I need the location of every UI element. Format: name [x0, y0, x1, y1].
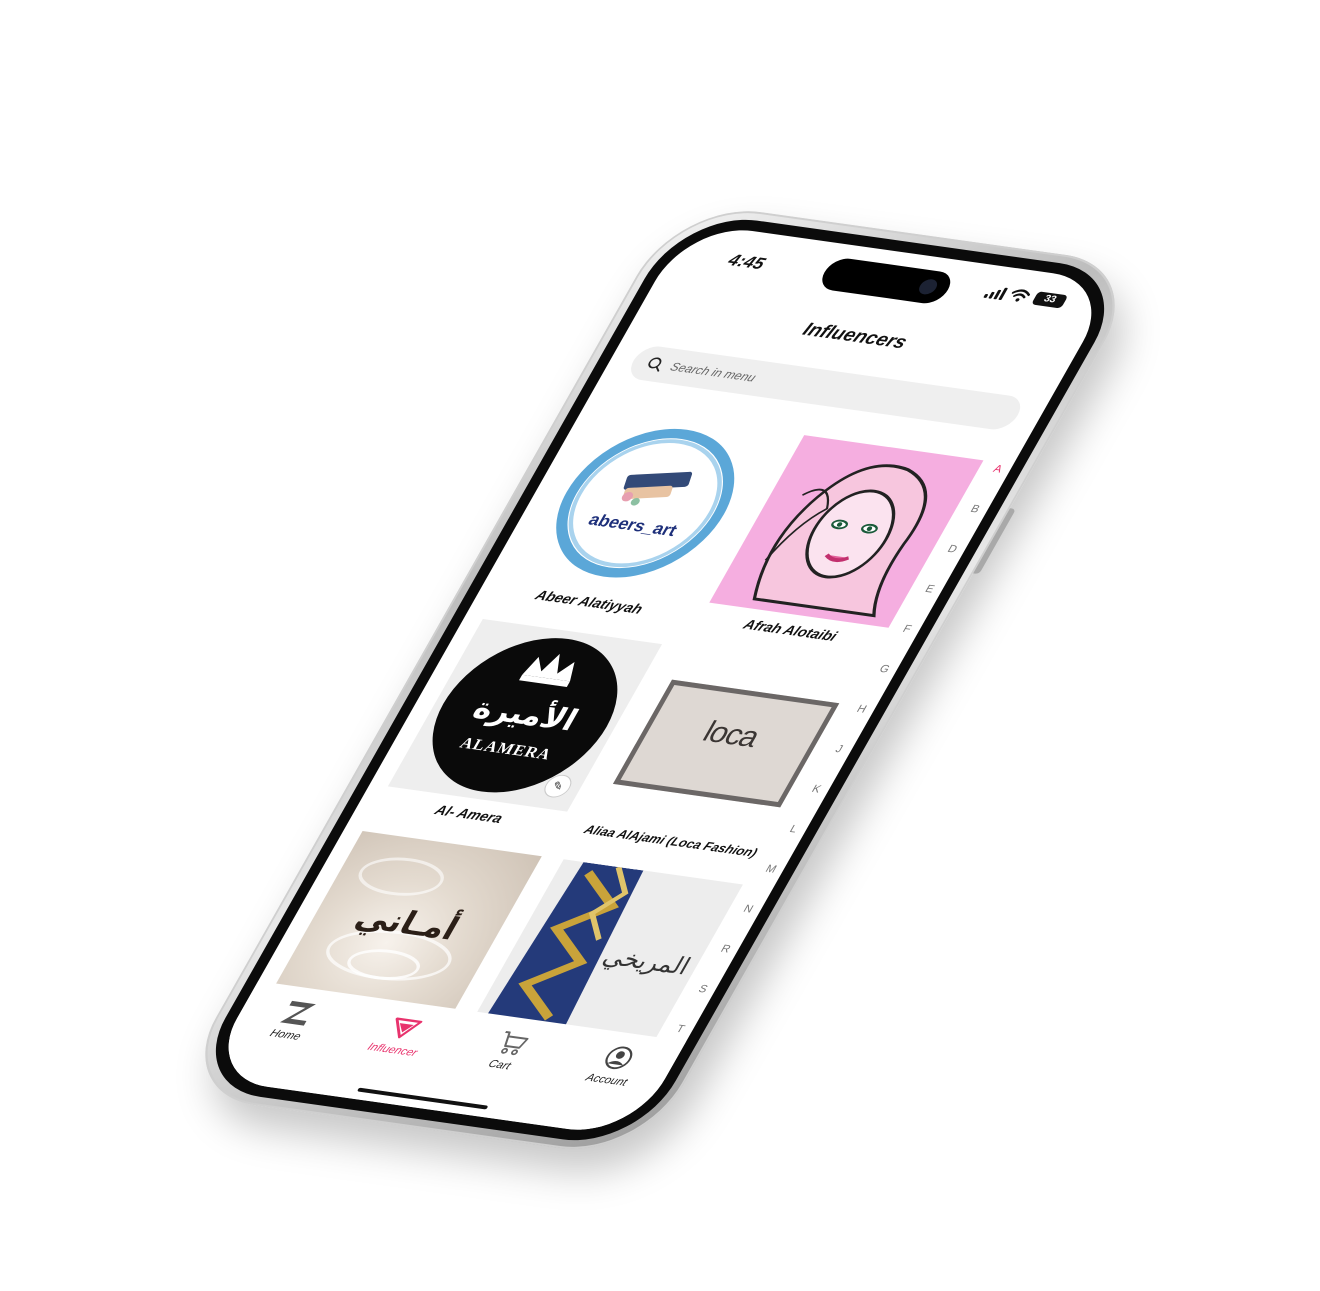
status-icons: 33 — [983, 285, 1069, 309]
tab-label: Cart — [485, 1058, 513, 1073]
alphabet-letter-d[interactable]: D — [929, 542, 960, 583]
battery-icon: 33 — [1031, 291, 1069, 309]
influencer-icon — [395, 1017, 423, 1039]
signal-icon — [983, 285, 1009, 301]
tab-home[interactable]: Home — [237, 993, 350, 1047]
alphabet-letter-m[interactable]: M — [747, 862, 779, 903]
alphabet-letter-n[interactable]: N — [725, 902, 756, 943]
wifi-icon — [1011, 289, 1031, 302]
alphabet-letter-s[interactable]: S — [680, 982, 710, 1023]
tab-label: Influencer — [365, 1041, 420, 1060]
tab-label: Account — [583, 1071, 630, 1089]
account-icon — [605, 1046, 633, 1070]
alphabet-letter-l[interactable]: L — [772, 822, 801, 863]
cart-icon — [500, 1030, 529, 1056]
tab-label: Home — [267, 1027, 304, 1043]
alphabet-letter-f[interactable]: F — [885, 622, 914, 663]
phone-screen: 4:45 33 Influencers Search in menu abeer… — [203, 222, 1117, 1138]
z-logo-icon — [279, 1000, 316, 1026]
camera-lens — [915, 278, 941, 296]
alphabet-letter-a[interactable]: A — [975, 462, 1005, 503]
tab-account[interactable]: Account — [558, 1039, 671, 1093]
tab-influencer[interactable]: Influencer — [344, 1008, 457, 1062]
phone-frame: 4:45 33 Influencers Search in menu abeer… — [172, 200, 1148, 1160]
search-icon — [648, 357, 662, 372]
alphabet-letter-r[interactable]: R — [703, 942, 734, 983]
alphabet-letter-k[interactable]: K — [794, 782, 824, 823]
alphabet-letter-e[interactable]: E — [907, 582, 937, 623]
alphabet-letter-g[interactable]: G — [861, 662, 892, 703]
tab-cart[interactable]: Cart — [451, 1024, 564, 1078]
dynamic-island — [815, 256, 957, 306]
search-input[interactable] — [665, 358, 977, 416]
status-time: 4:45 — [724, 250, 769, 274]
alphabet-letter-j[interactable]: J — [817, 742, 845, 783]
alphabet-letter-b[interactable]: B — [952, 502, 982, 543]
alphabet-letter-h[interactable]: H — [839, 702, 870, 743]
phone-bezel: 4:45 33 Influencers Search in menu abeer… — [186, 210, 1134, 1150]
